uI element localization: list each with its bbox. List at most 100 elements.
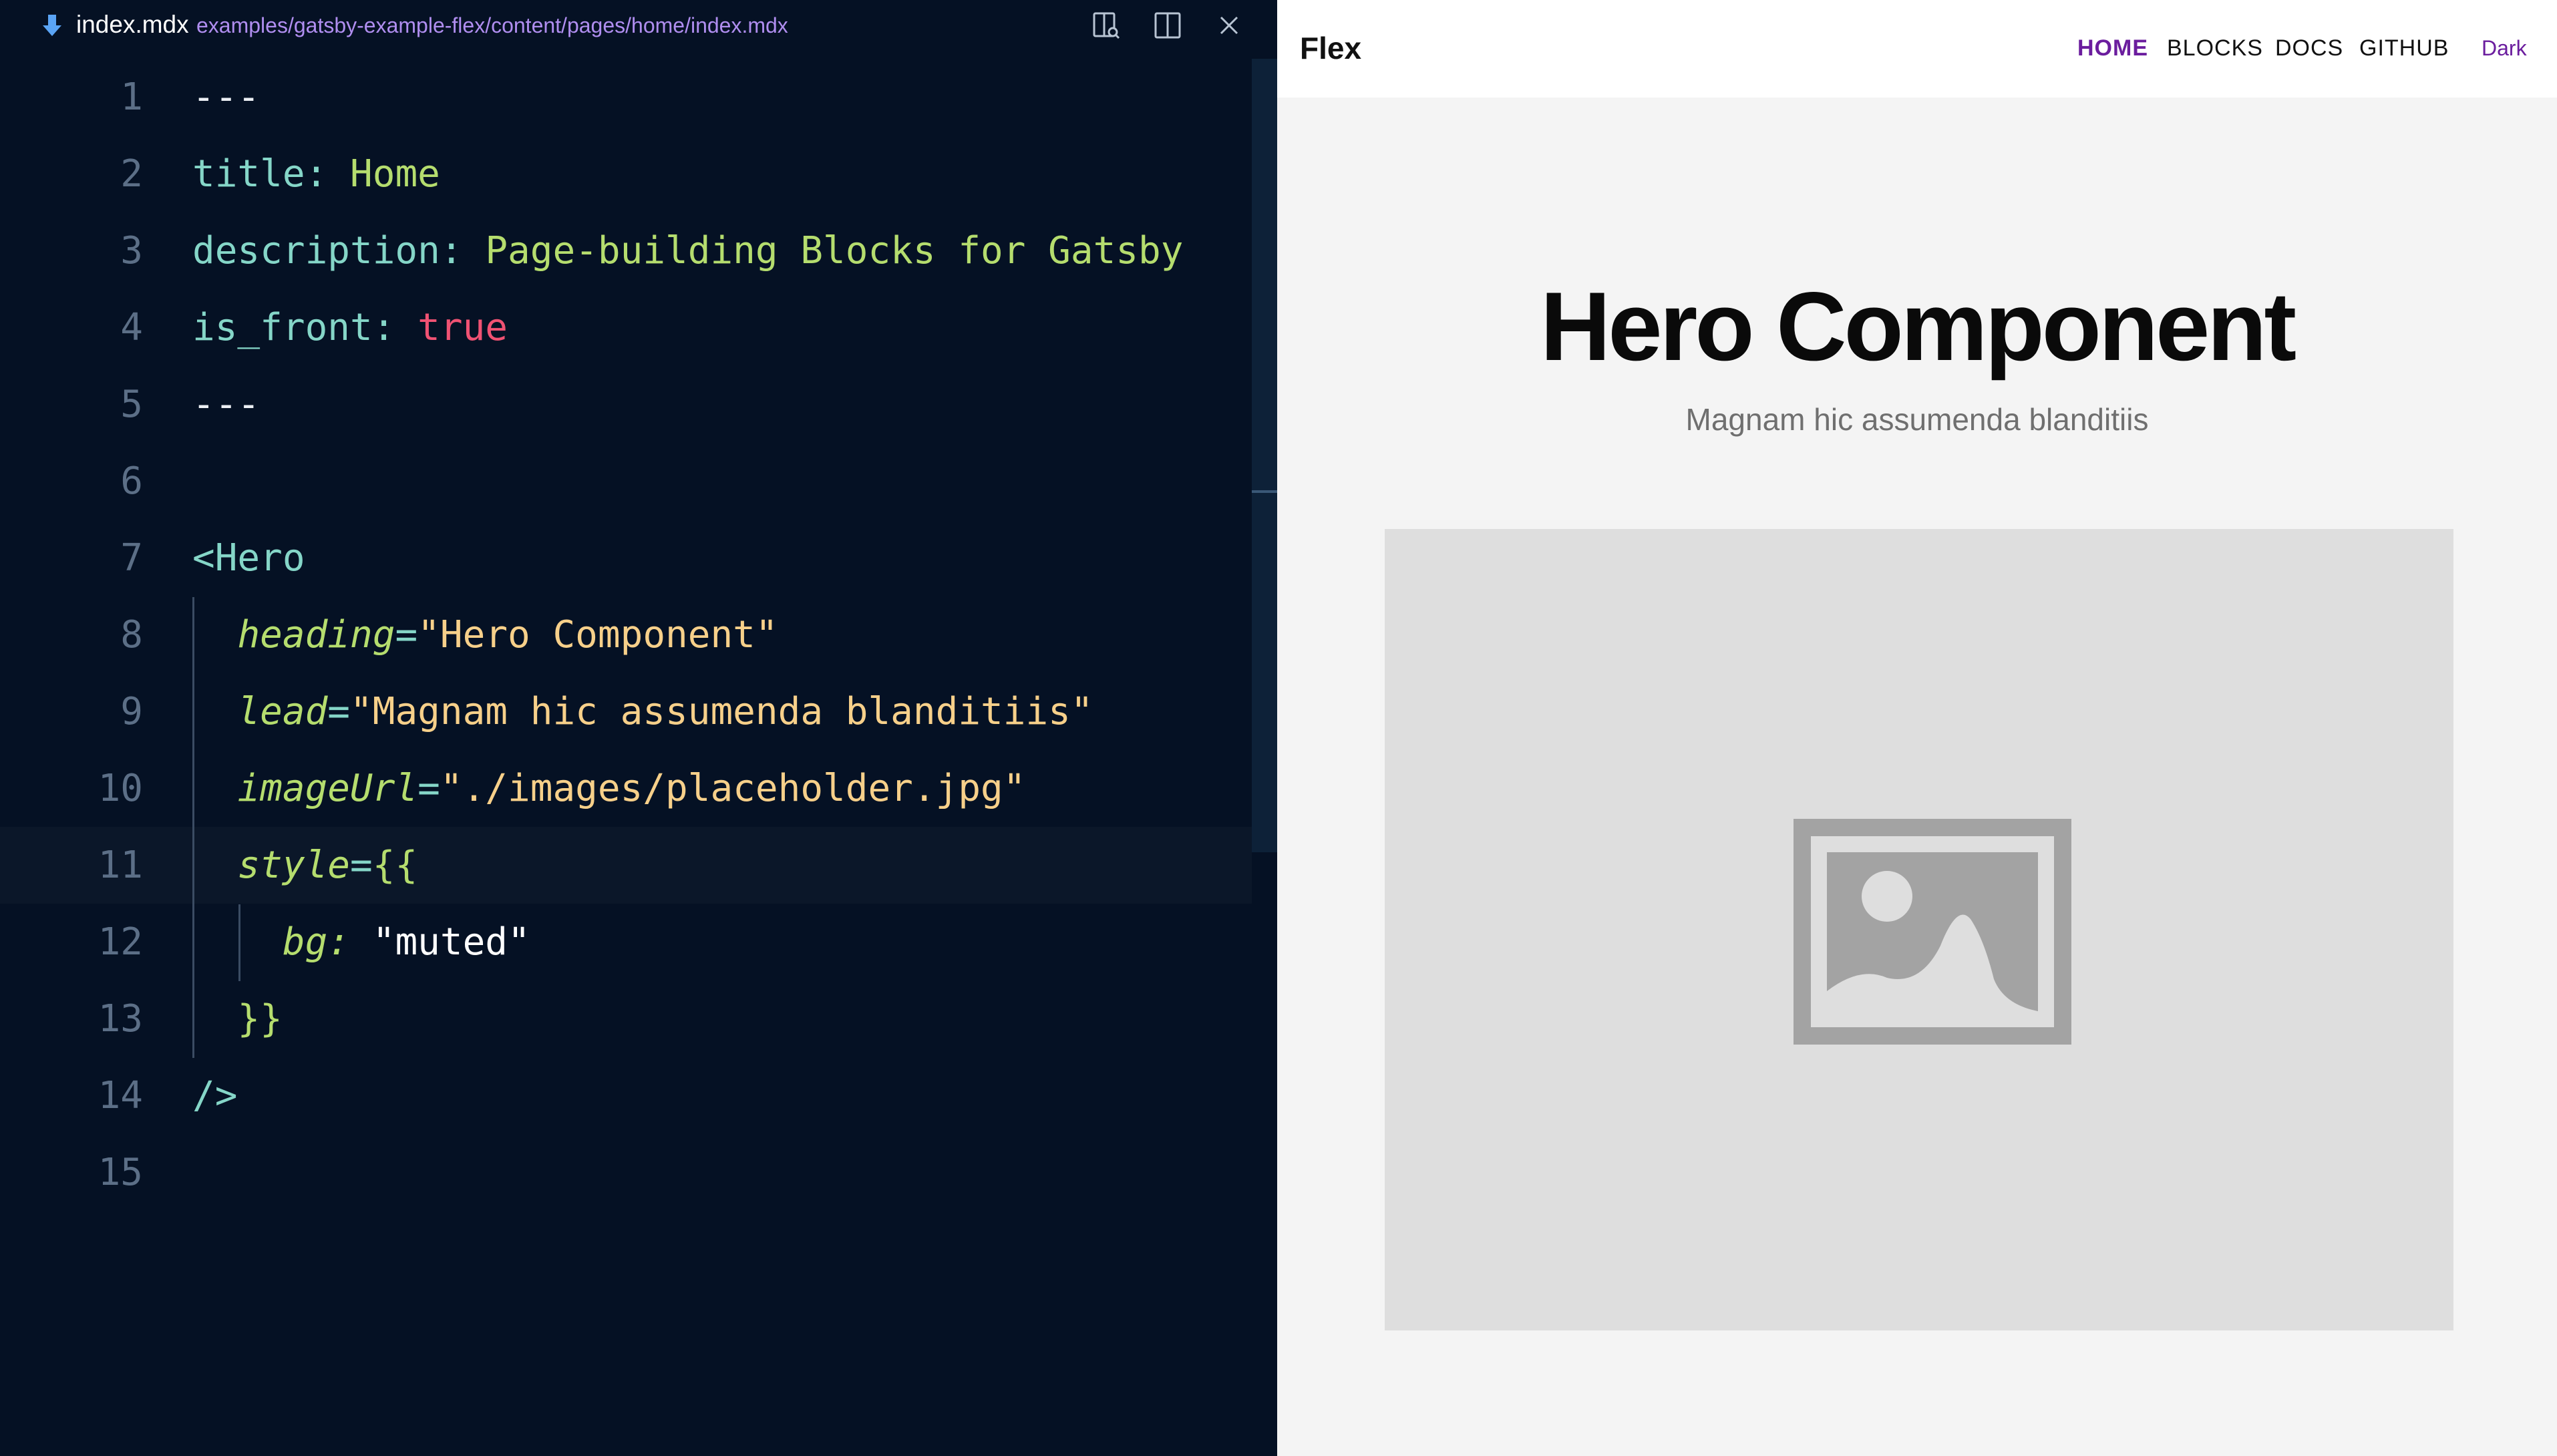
line-number: 9 xyxy=(120,690,143,733)
line-number: 10 xyxy=(98,767,143,810)
code-line[interactable]: 10 imageUrl="./images/placeholder.jpg" xyxy=(0,750,1252,827)
code-token: "Hero Component" xyxy=(417,613,778,657)
code-line[interactable]: 8 heading="Hero Component" xyxy=(0,596,1252,673)
code-token: "./images/placeholder.jpg" xyxy=(440,767,1026,810)
code-token: : xyxy=(305,152,351,196)
line-code[interactable]: lead="Magnam hic assumenda blanditiis" xyxy=(192,673,1093,750)
line-number: 12 xyxy=(98,920,143,964)
code-line[interactable]: 2 title: Home xyxy=(0,136,1252,212)
line-number: 1 xyxy=(120,75,143,119)
line-code[interactable]: is_front: true xyxy=(192,289,508,366)
editor-scrollbar-thumb[interactable] xyxy=(1252,59,1277,852)
line-number: 4 xyxy=(120,306,143,349)
line-number: 13 xyxy=(98,997,143,1041)
line-number: 6 xyxy=(120,460,143,503)
line-code[interactable]: style={{ xyxy=(192,827,417,904)
code-token: true xyxy=(417,306,508,349)
tab-filename[interactable]: index.mdx xyxy=(76,8,189,41)
line-code[interactable]: }} xyxy=(192,980,283,1057)
open-preview-icon[interactable] xyxy=(1090,9,1122,41)
site-brand[interactable]: Flex xyxy=(1300,27,1361,69)
nav-link-docs[interactable]: DOCS xyxy=(2275,33,2343,63)
site-preview: Flex HOME BLOCKS DOCS GITHUB Dark Hero C… xyxy=(1277,0,2557,1456)
line-code[interactable]: imageUrl="./images/placeholder.jpg" xyxy=(192,750,1025,827)
theme-toggle-button[interactable]: Dark xyxy=(2482,33,2527,63)
code-token: <Hero xyxy=(192,536,305,580)
line-number: 8 xyxy=(120,613,143,657)
code-line[interactable]: 12 bg: "muted" xyxy=(0,904,1252,980)
close-icon[interactable] xyxy=(1213,9,1245,41)
code-token: : xyxy=(440,229,486,272)
scrollbar-marker xyxy=(1252,490,1277,493)
code-token: Home xyxy=(350,152,440,196)
code-token: }} xyxy=(237,997,283,1041)
code-token: description xyxy=(192,229,440,272)
code-token: : xyxy=(372,306,418,349)
code-token: is_front xyxy=(192,306,373,349)
nav-link-github[interactable]: GITHUB xyxy=(2359,33,2449,63)
code-line[interactable]: 6 xyxy=(0,443,1252,520)
code-token: heading xyxy=(237,613,395,657)
line-number: 3 xyxy=(120,229,143,272)
code-token: --- xyxy=(192,383,261,426)
code-token: imageUrl xyxy=(237,767,418,810)
code-token: --- xyxy=(192,75,261,119)
line-number: 7 xyxy=(120,536,143,580)
code-line[interactable]: 5 --- xyxy=(0,366,1252,443)
code-line[interactable]: 14 /> xyxy=(0,1057,1252,1134)
code-line[interactable]: 7 <Hero xyxy=(0,520,1252,596)
code-line[interactable]: 3 description: Page-building Blocks for G… xyxy=(0,212,1252,289)
mdx-file-icon xyxy=(41,13,63,37)
line-code[interactable]: --- xyxy=(192,366,260,443)
code-area[interactable]: 15 14/> 13 }} 12 bg: "muted" 11 style={{10 i… xyxy=(0,59,1252,1456)
code-line[interactable]: 13 }} xyxy=(0,980,1252,1057)
line-code[interactable]: title: Home xyxy=(192,136,440,212)
line-number: 15 xyxy=(98,1151,143,1194)
code-token: title xyxy=(192,152,305,196)
code-token: style xyxy=(237,844,351,887)
line-code[interactable]: <Hero xyxy=(192,520,305,596)
code-token: {{ xyxy=(372,844,418,887)
line-number: 11 xyxy=(98,844,143,887)
code-token: = xyxy=(327,690,351,733)
line-code[interactable]: description: Page-building Blocks for Ga… xyxy=(192,212,1183,289)
hero-heading: Hero Component xyxy=(1540,272,2296,381)
line-number: 5 xyxy=(120,383,143,426)
code-token: lead xyxy=(237,690,328,733)
line-number: 2 xyxy=(120,152,143,196)
code-token: bg: xyxy=(282,920,351,964)
code-token: "Magnam hic assumenda blanditiis" xyxy=(350,690,1093,733)
split-editor-icon[interactable] xyxy=(1152,9,1184,41)
tab-file-path: examples/gatsby-example-flex/content/pag… xyxy=(196,13,788,37)
nav-link-blocks[interactable]: BLOCKS xyxy=(2167,33,2263,63)
line-number: 14 xyxy=(98,1074,143,1117)
code-line[interactable]: 11 style={{ xyxy=(0,827,1252,904)
code-token: = xyxy=(350,844,373,887)
image-placeholder-icon xyxy=(1794,819,2071,1045)
code-token: = xyxy=(417,767,440,810)
code-line[interactable]: 15 xyxy=(0,1134,1252,1211)
indent-guide xyxy=(238,904,240,981)
line-code[interactable]: /> xyxy=(192,1057,237,1134)
code-token: "muted" xyxy=(350,920,530,964)
code-editor: index.mdx examples/gatsby-example-flex/c… xyxy=(0,0,1277,1456)
line-code[interactable]: heading="Hero Component" xyxy=(192,596,778,673)
code-token: /> xyxy=(192,1074,238,1117)
site-header: Flex HOME BLOCKS DOCS GITHUB Dark xyxy=(1277,0,2557,98)
code-line[interactable]: 9 lead="Magnam hic assumenda blanditiis" xyxy=(0,673,1252,750)
line-code[interactable]: --- xyxy=(192,59,260,136)
indent-guide xyxy=(192,597,194,1058)
code-line[interactable]: 1 --- xyxy=(0,59,1252,136)
editor-tab-bar: index.mdx examples/gatsby-example-flex/c… xyxy=(0,0,1277,51)
code-token: = xyxy=(395,613,418,657)
code-line[interactable]: 4 is_front: true xyxy=(0,289,1252,366)
hero-lead: Magnam hic assumenda blanditiis xyxy=(1685,402,2149,437)
line-code[interactable]: bg: "muted" xyxy=(192,904,530,980)
nav-link-home[interactable]: HOME xyxy=(2077,33,2148,63)
